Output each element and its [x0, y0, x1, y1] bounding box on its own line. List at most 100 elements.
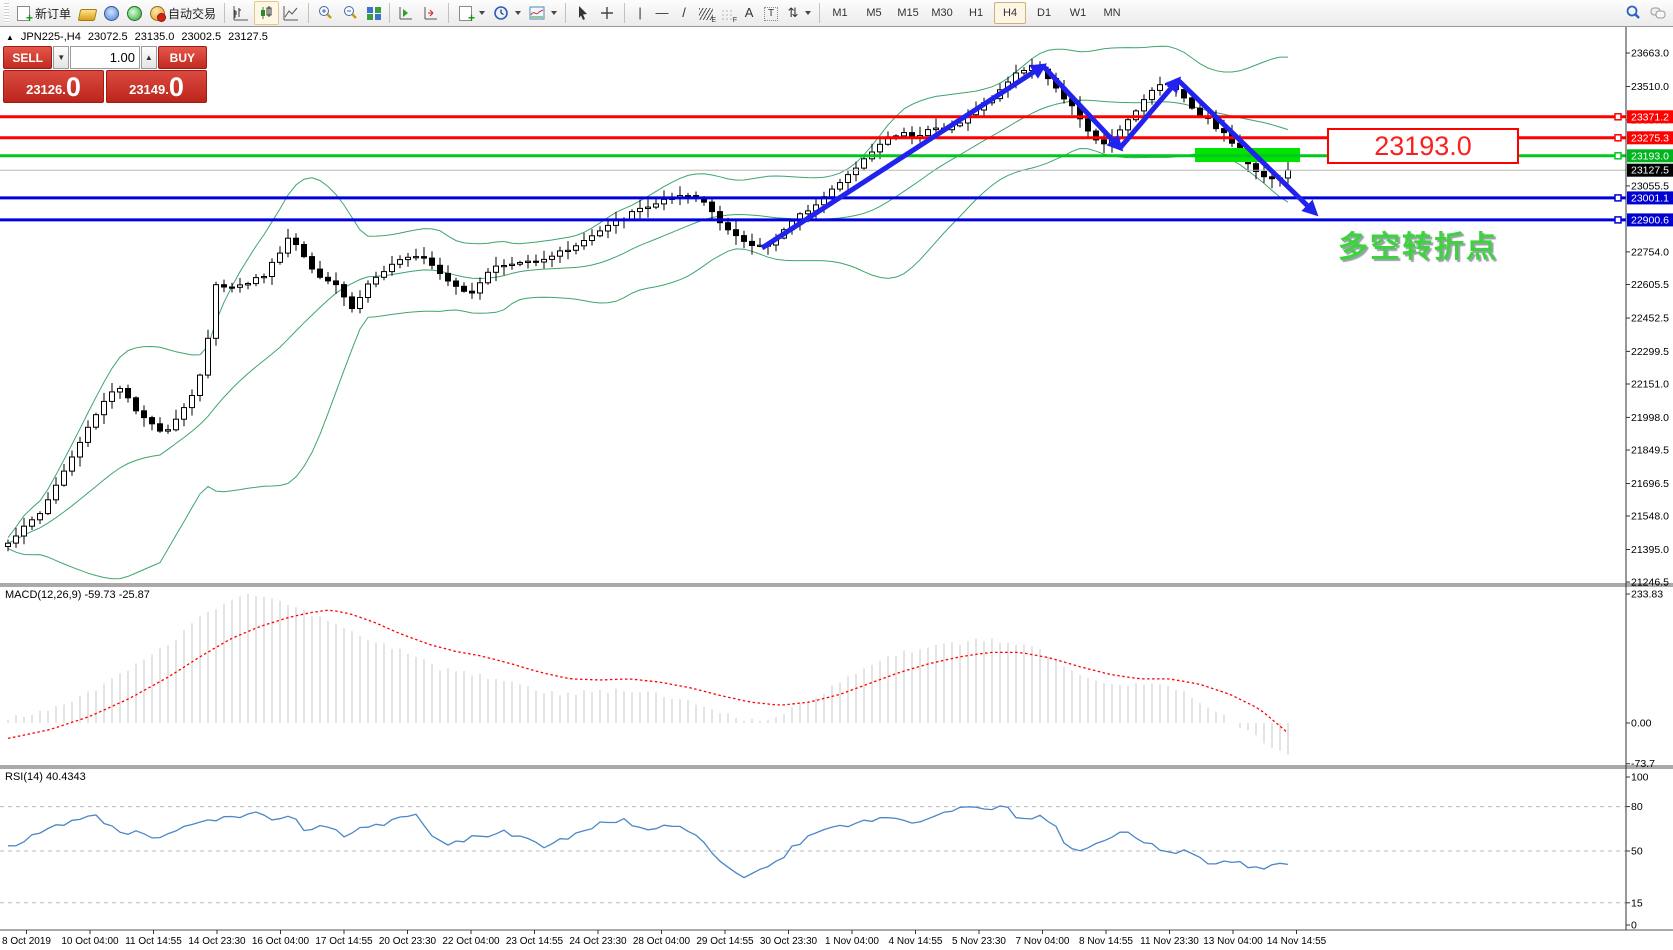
- svg-text:21849.5: 21849.5: [1631, 445, 1669, 457]
- chart-shift-icon: [423, 5, 440, 21]
- timeframe-d1[interactable]: D1: [1028, 2, 1060, 24]
- svg-text:20 Oct 23:30: 20 Oct 23:30: [379, 936, 437, 947]
- svg-text:21548.0: 21548.0: [1631, 511, 1669, 523]
- svg-text:30 Oct 23:30: 30 Oct 23:30: [760, 936, 818, 947]
- svg-text:21395.0: 21395.0: [1631, 544, 1669, 556]
- svg-text:16 Oct 04:00: 16 Oct 04:00: [252, 936, 310, 947]
- buy-price-display[interactable]: 23149.0: [106, 70, 207, 103]
- indicators-button[interactable]: [525, 1, 561, 25]
- price-annotation-box[interactable]: 23193.0: [1327, 128, 1519, 164]
- indicators-icon: [529, 5, 546, 21]
- tile-windows-button[interactable]: [363, 1, 385, 25]
- toolbar-separator: [448, 3, 449, 23]
- chat-button[interactable]: [1646, 1, 1671, 25]
- market-watch-button[interactable]: [75, 1, 100, 25]
- zoom-out-icon: [342, 5, 359, 21]
- toolbar-grip[interactable]: [4, 3, 9, 23]
- timeframe-m1[interactable]: M1: [824, 2, 856, 24]
- svg-text:22151.0: 22151.0: [1631, 379, 1669, 391]
- svg-text:23663.0: 23663.0: [1631, 48, 1669, 60]
- svg-text:22900.6: 22900.6: [1631, 214, 1669, 226]
- svg-text:23510.0: 23510.0: [1631, 81, 1669, 93]
- fibonacci-icon: E: [699, 8, 713, 20]
- profile-icon: [104, 6, 119, 21]
- chat-icon: [1650, 5, 1667, 21]
- chevron-down-icon: [551, 11, 557, 15]
- sell-button[interactable]: SELL: [3, 46, 52, 69]
- svg-text:7 Nov 04:00: 7 Nov 04:00: [1016, 936, 1070, 947]
- grid-tool[interactable]: F: [717, 1, 738, 25]
- timeframe-h4[interactable]: H4: [994, 2, 1026, 24]
- cursor-tool-button[interactable]: [570, 1, 595, 25]
- vertical-line-tool[interactable]: |: [629, 1, 651, 25]
- grid-icon: F: [721, 9, 734, 20]
- svg-text:24 Oct 23:30: 24 Oct 23:30: [569, 936, 627, 947]
- arrows-icon: ⇅: [786, 5, 800, 21]
- periods-button[interactable]: [489, 1, 525, 25]
- sell-price-display[interactable]: 23126.0: [3, 70, 104, 103]
- horizontal-line-tool[interactable]: —: [651, 1, 673, 25]
- svg-text:23001.1: 23001.1: [1631, 192, 1669, 204]
- signals-button[interactable]: [123, 1, 146, 25]
- svg-text:28 Oct 04:00: 28 Oct 04:00: [633, 936, 691, 947]
- svg-text:21246.5: 21246.5: [1631, 577, 1669, 589]
- accounts-button[interactable]: [100, 1, 123, 25]
- toolbar-separator: [308, 3, 309, 23]
- zoom-in-button[interactable]: [313, 1, 338, 25]
- svg-text:8 Oct 2019: 8 Oct 2019: [2, 936, 51, 947]
- timeframe-m15[interactable]: M15: [892, 2, 924, 24]
- svg-text:233.83: 233.83: [1631, 589, 1663, 601]
- line-chart-button[interactable]: [279, 1, 304, 25]
- trendline-tool[interactable]: /: [673, 1, 695, 25]
- candle-chart-button[interactable]: [254, 1, 279, 25]
- ohlc-close: 23127.5: [228, 31, 268, 43]
- clock-icon: [493, 5, 510, 21]
- svg-text:100: 100: [1631, 772, 1649, 784]
- search-button[interactable]: [1621, 1, 1646, 25]
- auto-scroll-icon: [398, 5, 415, 21]
- fibonacci-tool[interactable]: E: [695, 1, 717, 25]
- chevron-down-icon: [479, 11, 485, 15]
- volume-decrease-button[interactable]: ▼: [53, 46, 69, 69]
- cursor-icon: [574, 5, 591, 21]
- svg-text:22605.5: 22605.5: [1631, 279, 1669, 291]
- svg-text:22299.5: 22299.5: [1631, 346, 1669, 358]
- svg-text:21998.0: 21998.0: [1631, 412, 1669, 424]
- bar-chart-button[interactable]: [229, 1, 254, 25]
- new-order-button[interactable]: 新订单: [11, 1, 75, 25]
- timeframe-w1[interactable]: W1: [1062, 2, 1094, 24]
- arrows-tool[interactable]: ⇅: [782, 1, 815, 25]
- volume-increase-button[interactable]: ▲: [141, 46, 157, 69]
- symbol-name: JPN225-,H4: [21, 31, 81, 43]
- chart-shift-button[interactable]: [419, 1, 444, 25]
- collapse-panel-icon[interactable]: ▲: [6, 33, 14, 42]
- buy-button[interactable]: BUY: [158, 46, 207, 69]
- gold-bar-icon: [78, 9, 98, 21]
- crosshair-tool-button[interactable]: [595, 1, 620, 25]
- timeframe-mn[interactable]: MN: [1096, 2, 1128, 24]
- text-tool[interactable]: A: [738, 1, 760, 25]
- line-chart-icon: [283, 5, 300, 21]
- turning-point-annotation[interactable]: 多空转折点: [1338, 222, 1498, 266]
- macd-indicator-label: MACD(12,26,9) -59.73 -25.87: [5, 589, 150, 601]
- label-icon: T: [764, 7, 778, 21]
- ohlc-low: 23002.5: [181, 31, 221, 43]
- svg-text:22754.0: 22754.0: [1631, 246, 1669, 258]
- templates-button[interactable]: [453, 1, 489, 25]
- horizontal-line-icon: —: [655, 5, 669, 21]
- timeframe-h1[interactable]: H1: [960, 2, 992, 24]
- signal-icon: [127, 6, 142, 21]
- auto-trading-button[interactable]: 自动交易: [146, 1, 220, 25]
- timeframe-m30[interactable]: M30: [926, 2, 958, 24]
- svg-text:22452.5: 22452.5: [1631, 313, 1669, 325]
- label-tool[interactable]: T: [760, 1, 782, 25]
- sell-price-big-digit: 0: [66, 74, 81, 101]
- toolbar: 新订单 自动交易 | — / E F A T ⇅: [0, 0, 1673, 27]
- auto-scroll-button[interactable]: [394, 1, 419, 25]
- symbol-header: ▲ JPN225-,H4 23072.5 23135.0 23002.5 231…: [6, 31, 268, 43]
- timeframe-m5[interactable]: M5: [858, 2, 890, 24]
- svg-text:23055.5: 23055.5: [1631, 180, 1669, 192]
- zoom-out-button[interactable]: [338, 1, 363, 25]
- svg-text:5 Nov 23:30: 5 Nov 23:30: [952, 936, 1006, 947]
- volume-input[interactable]: [70, 46, 140, 69]
